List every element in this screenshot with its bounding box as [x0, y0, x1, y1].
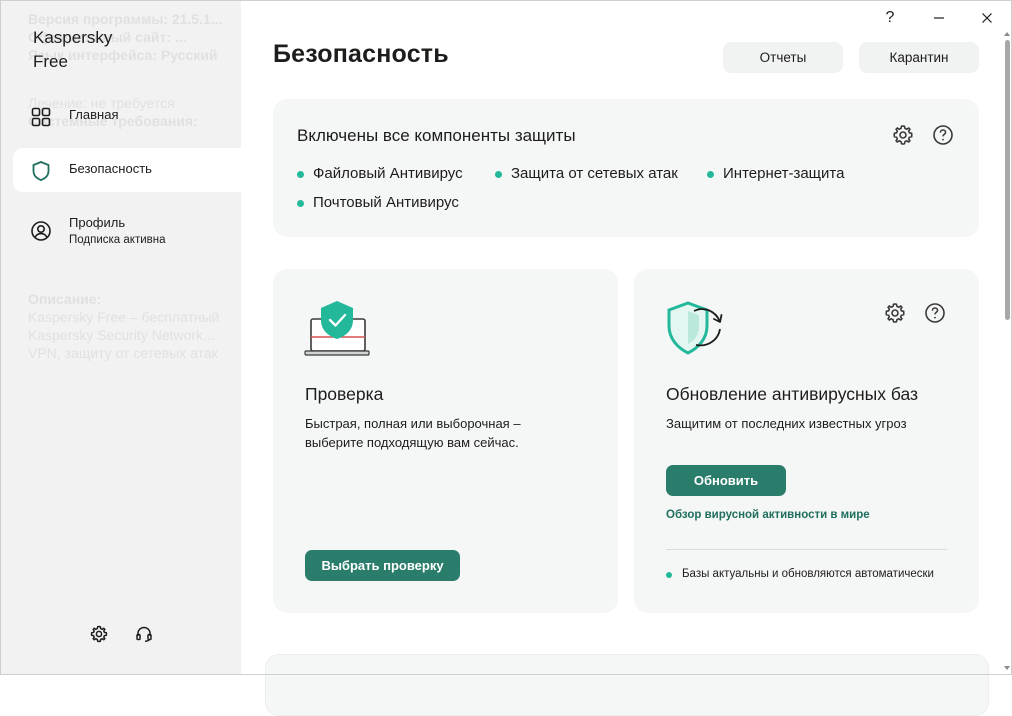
shield-icon [32, 161, 50, 181]
sidebar-item-home[interactable]: Главная [13, 94, 241, 138]
component-network-attack-blocker: Защита от сетевых атак [495, 165, 678, 182]
scroll-down-icon[interactable] [1003, 664, 1011, 672]
sidebar-item-label: Безопасность [69, 161, 152, 176]
minimize-icon [934, 17, 944, 19]
update-description: Защитим от последних известных угроз [666, 416, 907, 431]
virus-activity-link[interactable]: Обзор вирусной активности в мире [666, 509, 870, 521]
app-title: Kaspersky Free [33, 26, 112, 74]
headset-icon[interactable] [134, 624, 154, 644]
quarantine-button[interactable]: Карантин [859, 42, 979, 73]
sidebar-item-security[interactable]: Безопасность [13, 148, 241, 192]
close-icon [982, 13, 992, 23]
help-icon: ? [885, 9, 895, 26]
next-card-partial [265, 654, 989, 716]
choose-scan-button[interactable]: Выбрать проверку [305, 550, 460, 581]
database-status: Базы актуальны и обновляются автоматичес… [666, 568, 934, 580]
minimize-button[interactable] [926, 6, 952, 30]
help-circle-icon[interactable] [923, 301, 947, 325]
sidebar-item-profile[interactable]: Профиль Подписка активна [13, 202, 241, 256]
laptop-shield-icon [304, 301, 370, 356]
home-grid-icon [31, 107, 51, 127]
scrollbar-thumb[interactable] [1005, 40, 1010, 320]
page-title: Безопасность [273, 40, 449, 68]
database-update-card: Обновление антивирусных баз Защитим от п… [634, 269, 979, 613]
gear-icon[interactable] [89, 624, 109, 644]
scan-description: Быстрая, полная или выборочная – выберит… [305, 414, 521, 452]
sidebar-item-label: Главная [69, 107, 119, 122]
app-title-line1: Kaspersky [33, 28, 113, 47]
user-icon [31, 221, 51, 241]
sidebar: Версия программы: 21.5.1... Официальный … [0, 0, 241, 675]
scan-card: Проверка Быстрая, полная или выборочная … [273, 269, 618, 613]
scan-description-line1: Быстрая, полная или выборочная – [305, 416, 521, 431]
reports-button[interactable]: Отчеты [723, 42, 843, 73]
component-web-protection: Интернет-защита [707, 165, 844, 182]
protection-status-title: Включены все компоненты защиты [297, 126, 576, 145]
app-title-line2: Free [33, 52, 68, 71]
update-button[interactable]: Обновить [666, 465, 786, 496]
component-mail-antivirus: Почтовый Антивирус [297, 194, 459, 211]
help-button[interactable]: ? [877, 6, 903, 30]
update-title: Обновление антивирусных баз [666, 384, 919, 404]
shield-update-icon [667, 301, 723, 355]
divider [666, 549, 947, 550]
close-button[interactable] [974, 6, 1000, 30]
gear-icon[interactable] [883, 301, 907, 325]
scan-description-line2: выберите подходящую вам сейчас. [305, 435, 519, 450]
scan-title: Проверка [305, 384, 384, 404]
gear-icon[interactable] [891, 123, 915, 147]
subscription-status: Подписка активна [69, 234, 166, 246]
sidebar-item-label: Профиль [69, 215, 126, 230]
scroll-up-icon[interactable] [1003, 30, 1011, 38]
protection-status-card: Включены все компоненты защиты Файловый … [273, 99, 979, 237]
help-circle-icon[interactable] [931, 123, 955, 147]
component-file-antivirus: Файловый Антивирус [297, 165, 463, 182]
